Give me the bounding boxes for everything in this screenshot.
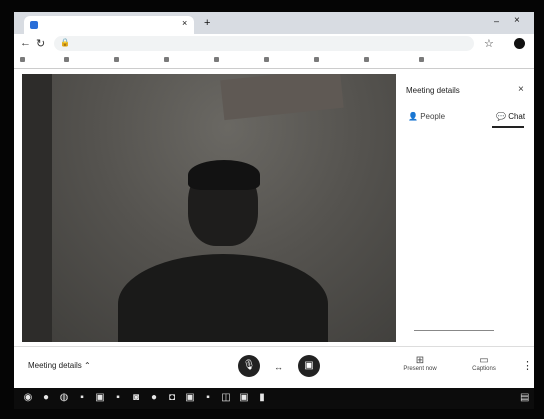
taskbar-app-icon[interactable]: ▪: [112, 392, 124, 404]
bookmark-icon: [114, 56, 119, 62]
meeting-side-panel: Meeting details × 👤 People 💬 Chat: [400, 72, 534, 344]
bookmark-item[interactable]: [64, 56, 71, 63]
monitor-bezel-bottom: [0, 409, 544, 419]
taskbar-app-icon[interactable]: ▣: [94, 392, 106, 404]
taskbar-app-icon[interactable]: ▣: [238, 392, 250, 404]
taskbar-app-icon[interactable]: ◘: [166, 392, 178, 404]
bookmark-star-icon[interactable]: ☆: [484, 37, 494, 50]
bookmark-item[interactable]: [214, 56, 221, 63]
meet-favicon-icon: [30, 21, 38, 29]
profile-avatar[interactable]: [514, 38, 525, 49]
bookmark-icon: [164, 56, 169, 62]
bookmark-icon: [20, 56, 25, 62]
bookmark-icon: [264, 56, 269, 62]
chat-message: [406, 222, 530, 231]
meeting-details-button[interactable]: Meeting details ⌃: [28, 361, 91, 370]
close-tab-icon[interactable]: ×: [182, 18, 187, 28]
notifications-icon[interactable]: ▤: [520, 392, 529, 403]
panel-title: Meeting details: [406, 86, 460, 95]
os-taskbar: ◉ ● ◍ ▪ ▣ ▪ ◙ ● ◘ ▣ ▪ ◫ ▣ ▮ ▤: [14, 388, 534, 409]
lock-icon: 🔒: [60, 38, 70, 47]
captions-button[interactable]: ▭ Captions: [462, 355, 506, 372]
bookmark-icon: [214, 56, 219, 62]
chat-message: [406, 152, 530, 161]
active-tab-indicator: [492, 126, 524, 128]
back-arrow-icon[interactable]: ←: [20, 37, 31, 49]
monitor-bezel-right: [534, 0, 544, 419]
close-panel-icon[interactable]: ×: [518, 84, 524, 95]
captions-icon: ▭: [479, 355, 489, 366]
bookmark-item[interactable]: [264, 56, 271, 63]
taskbar-app-icon[interactable]: ●: [148, 392, 160, 404]
bookmark-item[interactable]: [419, 56, 426, 63]
chat-input[interactable]: [414, 330, 494, 331]
end-call-button[interactable]: ↔: [274, 362, 283, 372]
bookmark-icon: [419, 56, 424, 62]
video-background-shadow: [22, 74, 52, 342]
taskbar-app-icon[interactable]: ▮: [256, 392, 268, 404]
monitor-bezel-top: [0, 0, 544, 12]
new-tab-button[interactable]: +: [204, 17, 210, 29]
tab-people[interactable]: 👤 People: [408, 112, 445, 121]
taskbar-app-icon[interactable]: ▣: [184, 392, 196, 404]
present-icon: ⊞: [415, 355, 425, 366]
reload-icon[interactable]: ↻: [36, 37, 45, 50]
minimize-window-button[interactable]: –: [494, 16, 499, 26]
bookmark-item[interactable]: [20, 56, 27, 63]
meeting-controls-bar: Meeting details ⌃ 🎙 ↔ ▣ ⊞ Present now ▭ …: [14, 346, 534, 389]
taskbar-app-icon[interactable]: ◙: [130, 392, 142, 404]
tab-strip: × + – ×: [14, 12, 534, 34]
chat-message: [406, 260, 530, 269]
bookmark-item[interactable]: [314, 56, 321, 63]
url-field[interactable]: 🔒: [54, 36, 474, 51]
bookmark-icon: [314, 56, 319, 62]
browser-window: × + – × ← ↻ 🔒 ☆ Meeting details × 👤 Peop…: [14, 12, 534, 409]
bookmarks-bar: [14, 54, 534, 69]
participant-hair: [188, 160, 260, 190]
taskbar-app-icon[interactable]: ▪: [202, 392, 214, 404]
taskbar-app-icon[interactable]: ●: [40, 392, 52, 404]
address-bar: ← ↻ 🔒 ☆: [14, 34, 534, 54]
present-now-button[interactable]: ⊞ Present now: [398, 355, 442, 372]
camera-button[interactable]: ▣: [298, 355, 320, 377]
bookmark-icon: [64, 56, 69, 62]
video-background-poster: [220, 74, 344, 121]
bookmark-icon: [364, 56, 369, 62]
bookmark-item[interactable]: [114, 56, 121, 63]
start-menu-icon[interactable]: ◉: [22, 392, 34, 404]
more-options-icon[interactable]: ⋮: [522, 359, 533, 372]
taskbar-app-icon[interactable]: ◍: [58, 392, 70, 404]
monitor-bezel-left: [0, 0, 14, 419]
microphone-button[interactable]: 🎙: [238, 355, 260, 377]
bookmark-item[interactable]: [364, 56, 371, 63]
taskbar-app-icon[interactable]: ▪: [76, 392, 88, 404]
close-window-button[interactable]: ×: [514, 15, 520, 26]
participant-video[interactable]: [22, 74, 396, 342]
participant-body: [118, 254, 328, 342]
bookmark-item[interactable]: [164, 56, 171, 63]
chat-message: [406, 184, 530, 193]
taskbar-app-icon[interactable]: ◫: [220, 392, 232, 404]
tab-chat[interactable]: 💬 Chat: [496, 112, 525, 121]
browser-tab-meet[interactable]: ×: [24, 16, 194, 34]
